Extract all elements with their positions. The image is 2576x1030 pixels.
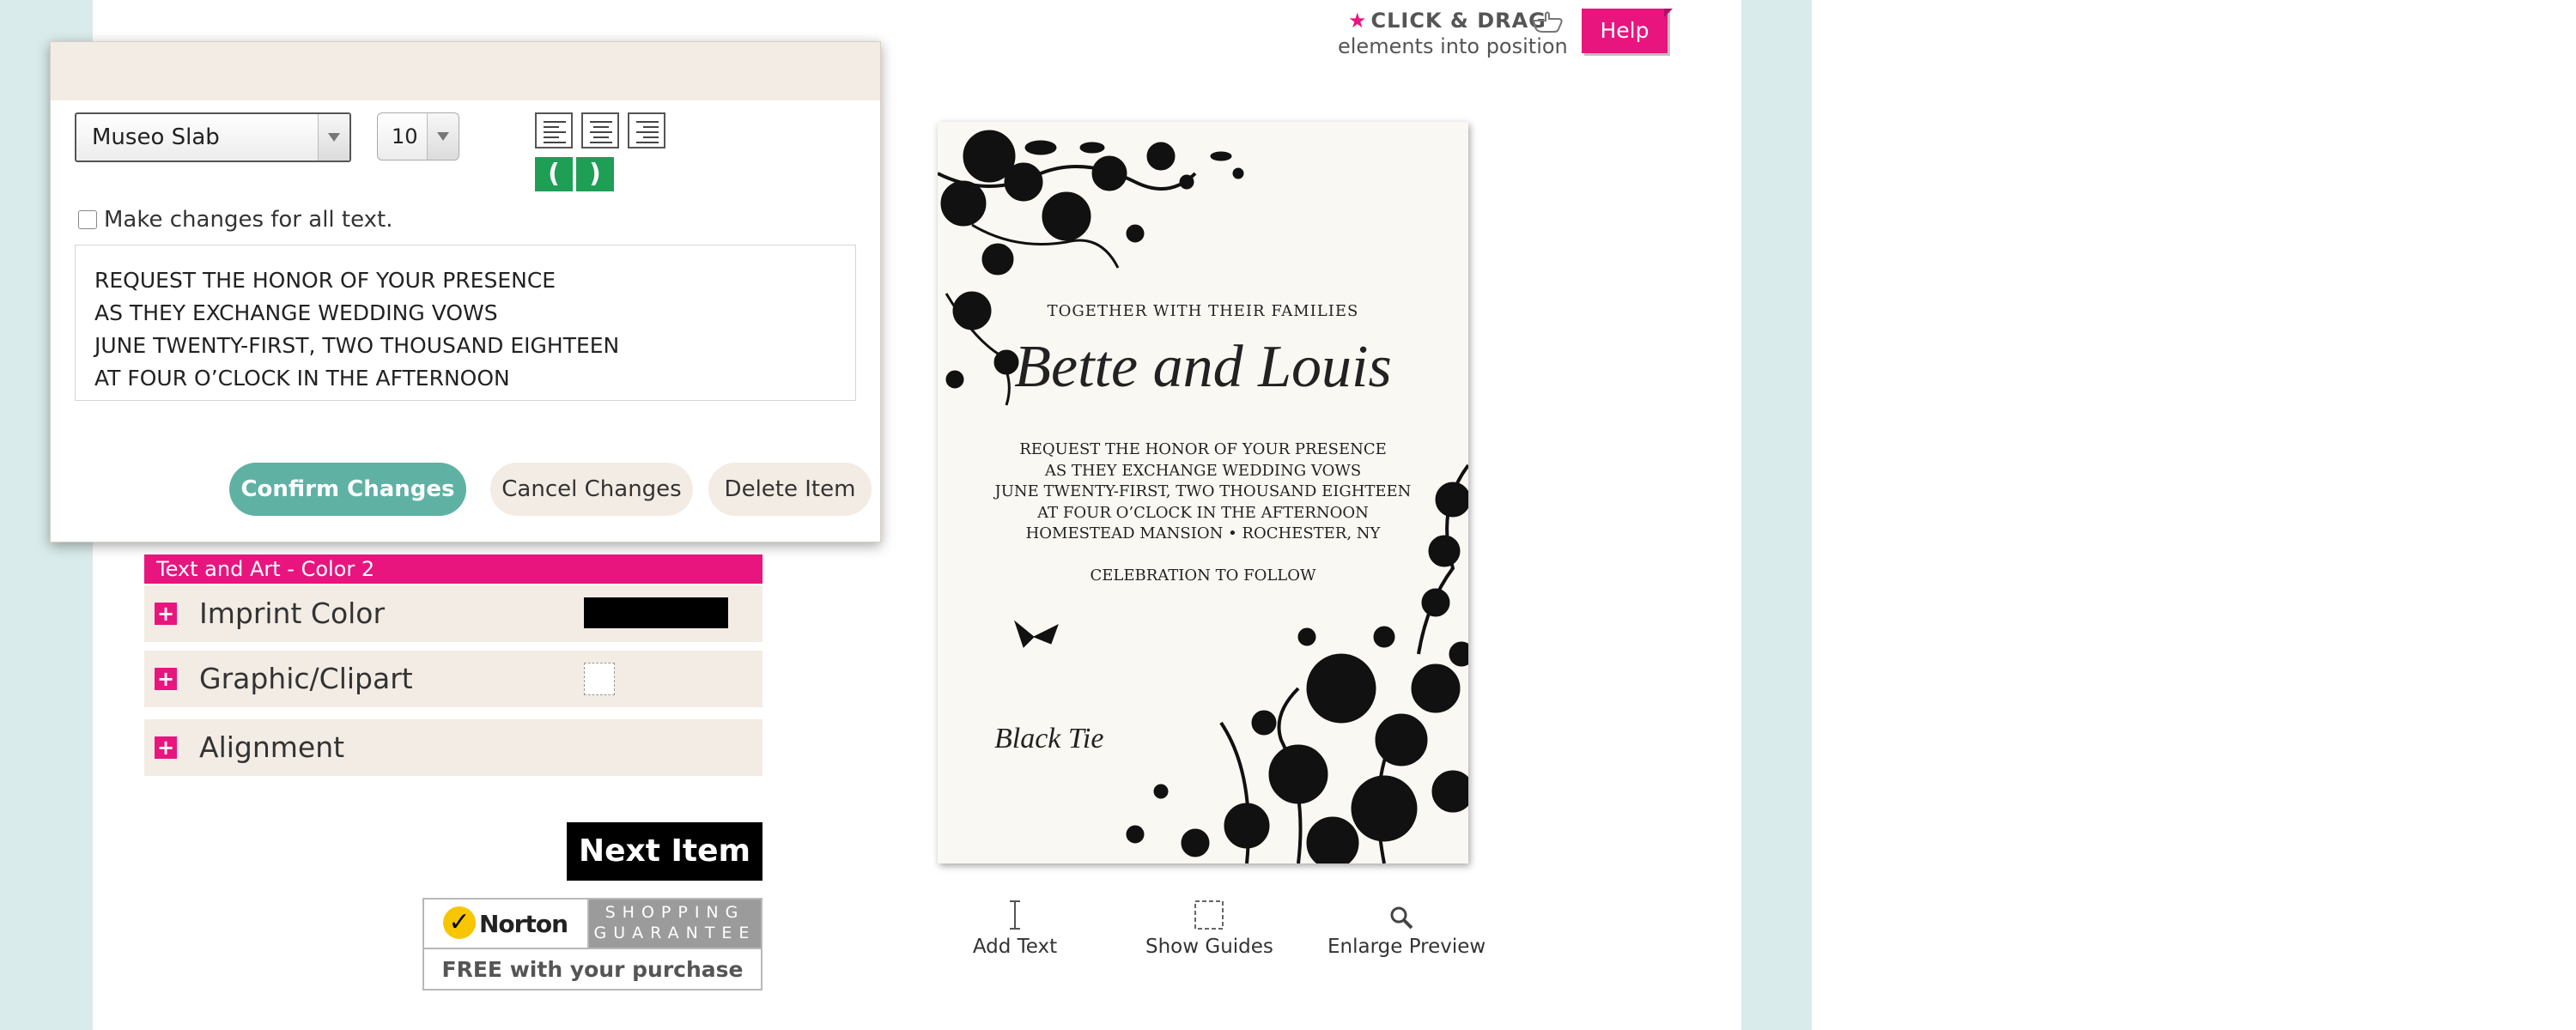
font-family-value: Museo Slab [92, 124, 220, 150]
apply-all-label: Make changes for all text. [104, 207, 393, 233]
imprint-color-label: Imprint Color [199, 597, 386, 630]
next-item-button[interactable]: Next Item [567, 822, 762, 881]
enlarge-preview-label: Enlarge Preview [1327, 936, 1486, 958]
magnifier-icon [1390, 906, 1413, 930]
help-button-label: Help [1600, 18, 1649, 43]
card-celebration[interactable]: CELEBRATION TO FOLLOW [938, 566, 1468, 585]
cancel-changes-button[interactable]: Cancel Changes [490, 463, 693, 516]
drag-tip-subtitle: elements into position [1338, 34, 1568, 58]
text-editor-dialog: Museo Slab 10 ( ) Make changes for all t… [50, 41, 881, 542]
alignment-row[interactable]: + Alignment [144, 719, 762, 776]
graphic-clipart-label: Graphic/Clipart [199, 662, 413, 695]
font-size-value: 10 [392, 124, 418, 148]
card-body-line: AT FOUR O’CLOCK IN THE AFTERNOON [1037, 503, 1369, 522]
alignment-label: Alignment [199, 730, 345, 764]
page-background-right [1741, 0, 1812, 1030]
norton-guarantee-badge[interactable]: ✓ Norton SHOPPING GUARANTEE FREE with yo… [422, 898, 762, 991]
font-size-select[interactable]: 10 [377, 112, 459, 161]
apply-all-checkbox[interactable] [78, 210, 97, 229]
card-body-line: AS THEY EXCHANGE WEDDING VOWS [1044, 461, 1362, 480]
font-family-select[interactable]: Museo Slab [75, 112, 351, 162]
text-line: REQUEST THE HONOR OF YOUR PRESENCE [94, 268, 556, 293]
dialog-drag-header[interactable] [51, 42, 880, 100]
help-button[interactable]: Help [1582, 9, 1673, 53]
card-names[interactable]: Bette and Louis [938, 333, 1468, 402]
align-center-button[interactable] [581, 112, 619, 148]
norton-brand: Norton [479, 910, 568, 938]
delete-item-button[interactable]: Delete Item [708, 463, 872, 516]
card-line-together[interactable]: TOGETHER WITH THEIR FAMILIES [938, 302, 1468, 320]
enlarge-preview-tool[interactable]: Enlarge Preview [1327, 900, 1486, 961]
drag-tip-title: CLICK & DRAG [1370, 9, 1546, 33]
card-body-line: JUNE TWENTY-FIRST, TWO THOUSAND EIGHTEEN [994, 482, 1412, 500]
card-body-text[interactable]: REQUEST THE HONOR OF YOUR PRESENCE AS TH… [938, 439, 1468, 545]
color-section-title: Text and Art - Color 2 [156, 557, 375, 581]
curve-down-button[interactable]: ) [576, 157, 614, 191]
text-content-textarea[interactable]: REQUEST THE HONOR OF YOUR PRESENCE AS TH… [75, 245, 856, 401]
align-left-button[interactable] [535, 112, 573, 148]
text-line: AS THEY EXCHANGE WEDDING VOWS [94, 300, 498, 325]
expand-plus-icon[interactable]: + [155, 603, 177, 625]
text-line: JUNE TWENTY-FIRST, TWO THOUSAND EIGHTEEN [94, 333, 620, 358]
star-icon: ★ [1348, 9, 1368, 33]
chevron-down-icon [318, 114, 349, 161]
imprint-color-swatch[interactable] [584, 597, 728, 628]
align-right-button[interactable] [628, 112, 665, 148]
card-body-line: REQUEST THE HONOR OF YOUR PRESENCE [1019, 440, 1387, 458]
card-body-line: HOMESTEAD MANSION • ROCHESTER, NY [1025, 524, 1381, 542]
clipart-thumbnail[interactable] [584, 663, 615, 695]
show-guides-tool[interactable]: Show Guides [1145, 900, 1273, 961]
text-cursor-icon [1010, 900, 1020, 930]
expand-plus-icon[interactable]: + [155, 736, 177, 759]
text-line: AT FOUR O’CLOCK IN THE AFTERNOON [94, 366, 510, 391]
color-section-header: Text and Art - Color 2 [144, 554, 762, 584]
click-drag-tip: ★ CLICK & DRAG elements into position [1336, 9, 1571, 60]
card-attire[interactable]: Black Tie [994, 723, 1103, 755]
confirm-changes-button[interactable]: Confirm Changes [229, 463, 466, 516]
show-guides-label: Show Guides [1145, 936, 1273, 958]
guides-icon [1194, 900, 1224, 930]
add-text-tool[interactable]: Add Text [962, 900, 1068, 961]
expand-plus-icon[interactable]: + [155, 668, 177, 690]
norton-tag-guarantee: GUARANTEE [593, 924, 756, 942]
hand-drag-icon [1532, 11, 1563, 33]
add-text-label: Add Text [972, 936, 1058, 958]
imprint-color-row[interactable]: + Imprint Color [144, 585, 762, 642]
chevron-down-icon [427, 113, 459, 160]
graphic-clipart-row[interactable]: + Graphic/Clipart [144, 651, 762, 707]
curve-up-button[interactable]: ( [535, 157, 573, 191]
invitation-preview[interactable]: TOGETHER WITH THEIR FAMILIES Bette and L… [938, 122, 1468, 863]
norton-free-text: FREE with your purchase [424, 948, 761, 991]
norton-check-icon: ✓ [443, 906, 476, 939]
norton-tag-shopping: SHOPPING [605, 903, 745, 922]
